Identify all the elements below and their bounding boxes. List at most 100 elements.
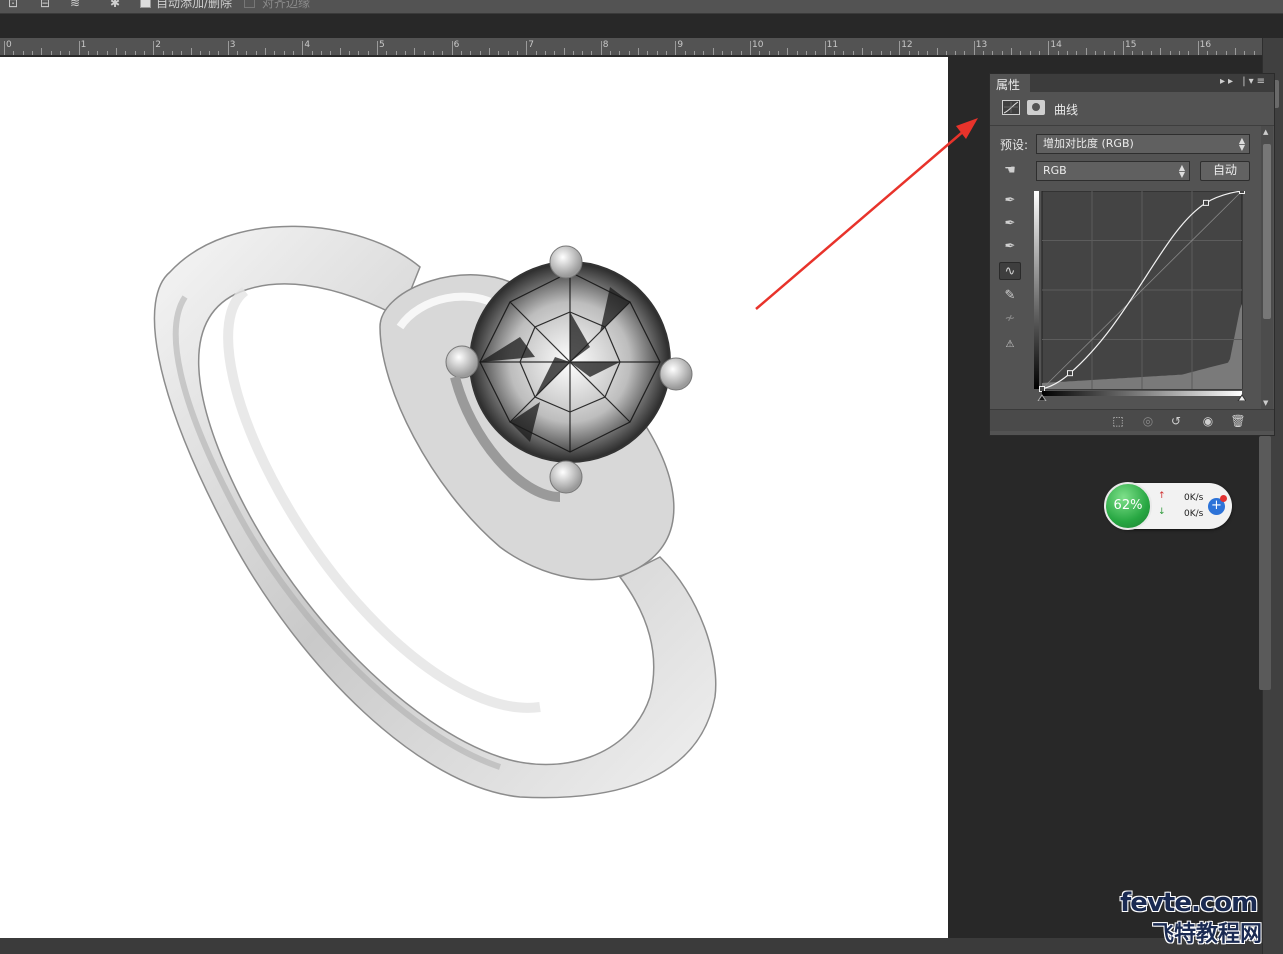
ruler-minor-tick bbox=[181, 51, 183, 55]
panel-footer: ⬚ ◎ ↺ ◉ 🗑 bbox=[990, 409, 1274, 431]
ruler-minor-tick bbox=[1206, 51, 1208, 55]
ruler-minor-tick bbox=[283, 51, 285, 55]
ruler-minor-tick bbox=[274, 51, 276, 55]
network-speed-widget[interactable]: 62% ↑ ↓ 0K/s 0K/s + bbox=[1104, 482, 1232, 530]
ruler-minor-tick bbox=[1225, 51, 1227, 55]
channel-select[interactable]: RGB ▲ ▼ bbox=[1036, 161, 1190, 181]
ruler-major-tick bbox=[526, 41, 528, 55]
ruler-label: 9 bbox=[677, 40, 684, 50]
ruler-minor-tick bbox=[722, 51, 724, 55]
ruler-minor-tick bbox=[889, 51, 891, 55]
ruler-minor-tick bbox=[805, 51, 807, 55]
ruler-label: 12 bbox=[901, 40, 913, 50]
ruler-minor-tick bbox=[908, 51, 910, 55]
mask-icon[interactable] bbox=[1027, 100, 1045, 115]
ruler-minor-tick bbox=[740, 51, 742, 55]
ruler-minor-tick bbox=[498, 51, 500, 55]
channel-value: RGB bbox=[1043, 164, 1067, 177]
upload-arrow-icon: ↑ bbox=[1158, 491, 1166, 501]
notification-dot bbox=[1220, 495, 1227, 502]
ruler-minor-tick bbox=[1216, 51, 1218, 55]
ruler-minor-tick bbox=[143, 51, 145, 55]
ruler-major-tick bbox=[675, 41, 677, 55]
eyedropper-black-icon[interactable]: ✒ bbox=[999, 192, 1021, 210]
auto-button[interactable]: 自动 bbox=[1200, 161, 1250, 181]
view-previous-icon[interactable]: ◎ bbox=[1138, 412, 1158, 430]
ruler-minor-tick bbox=[13, 51, 15, 55]
tab-properties[interactable]: 属性 bbox=[990, 74, 1030, 92]
ruler-minor-tick bbox=[610, 51, 612, 55]
reset-icon[interactable]: ↺ bbox=[1166, 412, 1186, 430]
ruler-minor-tick bbox=[1178, 51, 1180, 55]
preset-select[interactable]: 增加对比度 (RGB) ▲ ▼ bbox=[1036, 134, 1250, 154]
ruler-minor-tick bbox=[255, 51, 257, 55]
panel-scrollbar-thumb[interactable] bbox=[1263, 144, 1271, 319]
ruler-label: 14 bbox=[1050, 40, 1062, 50]
curve-edit-icon[interactable]: ∿ bbox=[999, 262, 1021, 280]
align-middle-icon[interactable]: ⊟ bbox=[40, 0, 50, 10]
ruler-minor-tick bbox=[330, 51, 332, 55]
eyedropper-white-icon[interactable]: ✒ bbox=[999, 238, 1021, 256]
preset-label: 预设: bbox=[1000, 138, 1029, 152]
ruler-minor-tick bbox=[293, 51, 295, 55]
align-edges-label: 对齐边缘 bbox=[262, 0, 311, 10]
ruler-minor-tick bbox=[395, 51, 397, 55]
panel-menu-icon[interactable]: ▸▸ |▾≡ bbox=[1220, 76, 1268, 87]
ruler-minor-tick bbox=[349, 51, 351, 55]
ruler-minor-tick bbox=[50, 51, 52, 55]
memory-usage-ball[interactable]: 62% bbox=[1104, 482, 1152, 530]
align-top-icon[interactable]: ⊡ bbox=[8, 0, 18, 10]
ruler-minor-tick bbox=[507, 51, 509, 55]
smooth-icon[interactable]: ≁ bbox=[999, 310, 1021, 328]
ruler-minor-tick bbox=[1011, 48, 1013, 55]
clip-to-layer-icon[interactable]: ⬚ bbox=[1108, 412, 1128, 430]
watermark: fevte.com 飞特教程网 bbox=[1118, 888, 1278, 948]
ruler-minor-tick bbox=[572, 51, 574, 55]
curve-point bbox=[1203, 199, 1209, 206]
horizontal-ruler[interactable]: 0 1 2 3 4 5 6 7 8 9 10 11 12 13 14 15 16 bbox=[0, 38, 1262, 56]
panel-scrollbar[interactable]: ▲ ▼ bbox=[1261, 126, 1273, 409]
ruler-major-tick bbox=[4, 41, 5, 55]
gear-icon[interactable]: ✱ bbox=[110, 0, 120, 10]
ruler-minor-tick bbox=[1104, 51, 1106, 55]
ruler-minor-tick bbox=[796, 51, 798, 55]
ruler-minor-tick bbox=[1001, 51, 1003, 55]
ruler-label: 1 bbox=[80, 40, 87, 50]
ruler-major-tick bbox=[750, 41, 751, 55]
ruler-minor-tick bbox=[787, 48, 789, 55]
ruler-minor-tick bbox=[386, 51, 388, 55]
eyedropper-gray-icon[interactable]: ✒ bbox=[999, 215, 1021, 233]
trash-icon[interactable]: 🗑 bbox=[1228, 412, 1248, 430]
ruler-label: 7 bbox=[528, 40, 534, 50]
visibility-eye-icon[interactable]: ◉ bbox=[1198, 412, 1218, 430]
ruler-minor-tick bbox=[31, 51, 33, 55]
dock-scrollbar[interactable] bbox=[1259, 436, 1271, 690]
clipping-warning-icon[interactable]: ⚠ bbox=[999, 336, 1021, 354]
ruler-minor-tick bbox=[190, 48, 192, 55]
document-canvas[interactable] bbox=[0, 57, 948, 938]
layers-icon[interactable]: ≋ bbox=[70, 0, 80, 10]
ruler-minor-tick bbox=[703, 51, 705, 55]
auto-add-delete-checkbox[interactable] bbox=[140, 0, 151, 8]
curve-point bbox=[1067, 370, 1073, 377]
ruler-minor-tick bbox=[106, 51, 108, 55]
curves-graph[interactable] bbox=[1034, 191, 1246, 401]
hand-scrub-icon[interactable]: ☚ bbox=[999, 162, 1021, 180]
ruler-minor-tick bbox=[162, 51, 164, 55]
ruler-label: 16 bbox=[1199, 40, 1212, 50]
align-edges-checkbox[interactable] bbox=[244, 0, 255, 8]
ruler-minor-tick bbox=[470, 51, 472, 55]
ruler-minor-tick bbox=[339, 48, 341, 55]
ruler-minor-tick bbox=[1244, 51, 1246, 55]
ruler-minor-tick bbox=[1169, 51, 1171, 55]
ruler-minor-tick bbox=[1095, 51, 1097, 55]
chevron-updown-icon: ▲ ▼ bbox=[1238, 136, 1245, 152]
ruler-minor-tick bbox=[404, 51, 406, 55]
chevron-updown-icon: ▲ ▼ bbox=[1178, 163, 1185, 179]
watermark-line1: fevte.com bbox=[1120, 888, 1258, 918]
ruler-minor-tick bbox=[992, 51, 994, 55]
status-bar bbox=[0, 938, 1262, 954]
curves-icon[interactable] bbox=[1002, 100, 1020, 115]
ruler-minor-tick bbox=[1057, 51, 1059, 55]
pencil-icon[interactable]: ✎ bbox=[999, 287, 1021, 305]
